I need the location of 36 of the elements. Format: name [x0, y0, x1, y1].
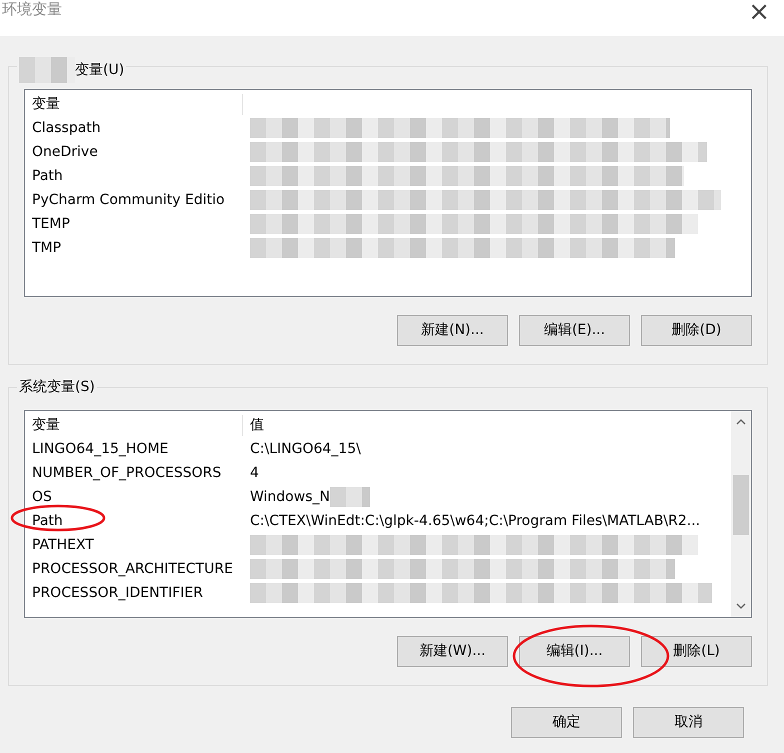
variable-name[interactable]: Path	[25, 166, 243, 186]
dialog-button[interactable]: 确定	[511, 707, 622, 738]
variable-name[interactable]: LINGO64_15_HOME	[25, 438, 243, 460]
variable-name[interactable]: TEMP	[25, 214, 243, 234]
close-button[interactable]: ×	[748, 0, 770, 24]
dialog-button[interactable]: 删除(D)	[641, 315, 752, 346]
column-header: 变量	[25, 414, 243, 436]
variable-name[interactable]: NUMBER_OF_PROCESSORS	[25, 462, 243, 484]
variable-value: C:\LINGO64_15\	[250, 440, 361, 458]
group-label: 变量(U)	[75, 61, 124, 79]
variable-name[interactable]: OS	[25, 486, 243, 508]
dialog-button[interactable]: 新建(W)...	[397, 636, 508, 667]
variable-name[interactable]: PROCESSOR_ARCHITECTURE	[25, 558, 243, 580]
dialog-button[interactable]: 编辑(I)...	[519, 636, 630, 667]
variable-name[interactable]: PROCESSOR_IDENTIFIER	[25, 582, 243, 604]
variable-value: 4	[250, 464, 259, 482]
group-label: 系统变量(S)	[19, 378, 95, 396]
dialog-button[interactable]: 编辑(E)...	[519, 315, 630, 346]
variable-name[interactable]: OneDrive	[25, 142, 243, 162]
variable-name[interactable]: PATHEXT	[25, 534, 243, 556]
dialog-button[interactable]: 删除(L)	[641, 636, 752, 667]
variable-name[interactable]: TMP	[25, 238, 243, 258]
variable-name[interactable]: Classpath	[25, 118, 243, 138]
variable-name[interactable]: Path	[25, 510, 243, 532]
window-title: 环境变量	[2, 0, 62, 18]
scroll-up-icon[interactable]	[736, 419, 746, 425]
column-header: 变量	[25, 94, 243, 114]
scroll-thumb[interactable]	[733, 475, 749, 535]
variable-name[interactable]: PyCharm Community Editio	[25, 190, 243, 210]
scroll-down-icon[interactable]	[736, 603, 746, 609]
column-header: 值	[250, 416, 264, 434]
dialog-button[interactable]: 取消	[633, 707, 744, 738]
scrollbar[interactable]	[731, 411, 751, 617]
variable-value: C:\CTEX\WinEdt:C:\glpk-4.65\w64;C:\Program Files\MATLAB\R2...	[250, 512, 700, 530]
dialog-button[interactable]: 新建(N)...	[397, 315, 508, 346]
variable-value: Windows_N	[250, 488, 330, 506]
